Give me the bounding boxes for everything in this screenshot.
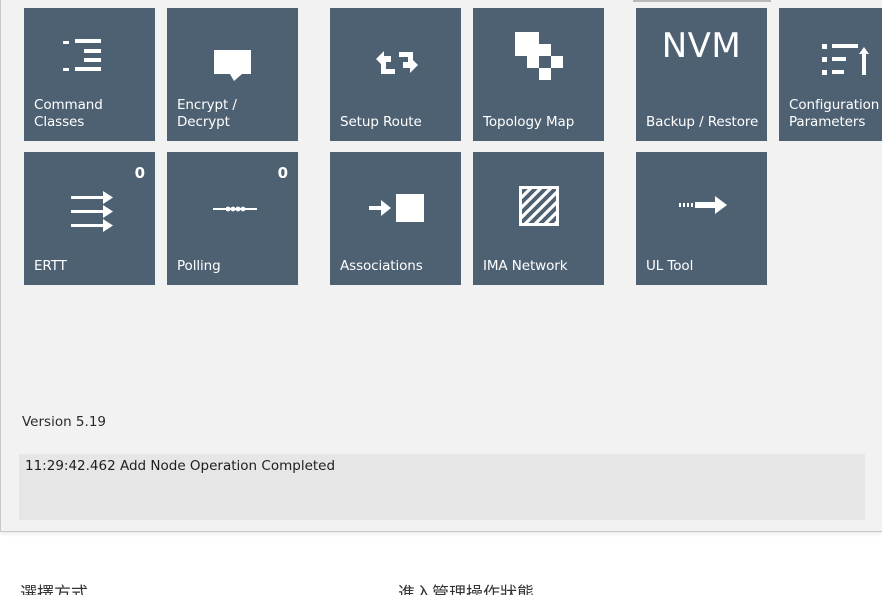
log-panel[interactable]: 11:29:42.462 Add Node Operation Complete… <box>19 454 865 520</box>
tile-ima-network[interactable]: IMA Network <box>473 152 604 285</box>
tile-label: Topology Map <box>483 114 575 130</box>
tile-label: Encrypt / Decrypt <box>177 97 237 130</box>
hatched-box-icon <box>519 186 559 226</box>
speech-bubble-icon <box>214 50 251 81</box>
command-classes-icon <box>63 39 101 71</box>
tile-label: Setup Route <box>340 114 422 130</box>
main-window: Command Classes Encrypt / Decrypt Setup … <box>0 0 882 532</box>
tile-label: UL Tool <box>646 258 694 274</box>
dotted-line-icon <box>213 206 257 212</box>
triple-arrow-icon <box>71 191 113 232</box>
tile-count-badge: 0 <box>277 164 288 182</box>
tile-polling[interactable]: 0 Polling <box>167 152 298 285</box>
tile-associations[interactable]: Associations <box>330 152 461 285</box>
tile-label: ERTT <box>34 258 67 274</box>
tile-label: Polling <box>177 258 221 274</box>
tile-ul-tool[interactable]: UL Tool <box>636 152 767 285</box>
tile-configuration-parameters[interactable]: Configuration Parameters <box>779 8 882 141</box>
tile-topology-map[interactable]: Topology Map <box>473 8 604 141</box>
tile-label: Command Classes <box>34 97 103 130</box>
tile-setup-route[interactable]: Setup Route <box>330 8 461 141</box>
status-right-text: 進入管理操作狀態 <box>398 584 534 595</box>
tile-count-badge: 0 <box>134 164 145 182</box>
dashed-arrow-icon <box>679 196 727 214</box>
app-root: Command Classes Encrypt / Decrypt Setup … <box>0 0 882 595</box>
tile-backup-restore[interactable]: NVM Backup / Restore <box>636 8 767 141</box>
tile-command-classes[interactable]: Command Classes <box>24 8 155 141</box>
tile-encrypt-decrypt[interactable]: Encrypt / Decrypt <box>167 8 298 141</box>
status-left-text: 選擇方式 <box>20 584 88 595</box>
tile-ertt[interactable]: 0 ERTT <box>24 152 155 285</box>
tile-label: Backup / Restore <box>646 114 759 130</box>
arrow-into-box-icon <box>369 194 424 222</box>
tile-label: Associations <box>340 258 423 274</box>
checker-grid-icon <box>515 32 563 80</box>
status-bar: 選擇方式 進入管理操作狀態 <box>0 578 882 595</box>
tile-label: IMA Network <box>483 258 568 274</box>
tile-label: Configuration Parameters <box>789 97 880 130</box>
config-list-arrow-icon <box>822 44 869 75</box>
log-line: 11:29:42.462 Add Node Operation Complete… <box>25 458 336 474</box>
nvm-icon-text: NVM <box>661 26 742 66</box>
top-edge-strip <box>633 0 771 2</box>
version-label: Version 5.19 <box>22 414 106 430</box>
route-arrows-icon <box>376 51 418 74</box>
